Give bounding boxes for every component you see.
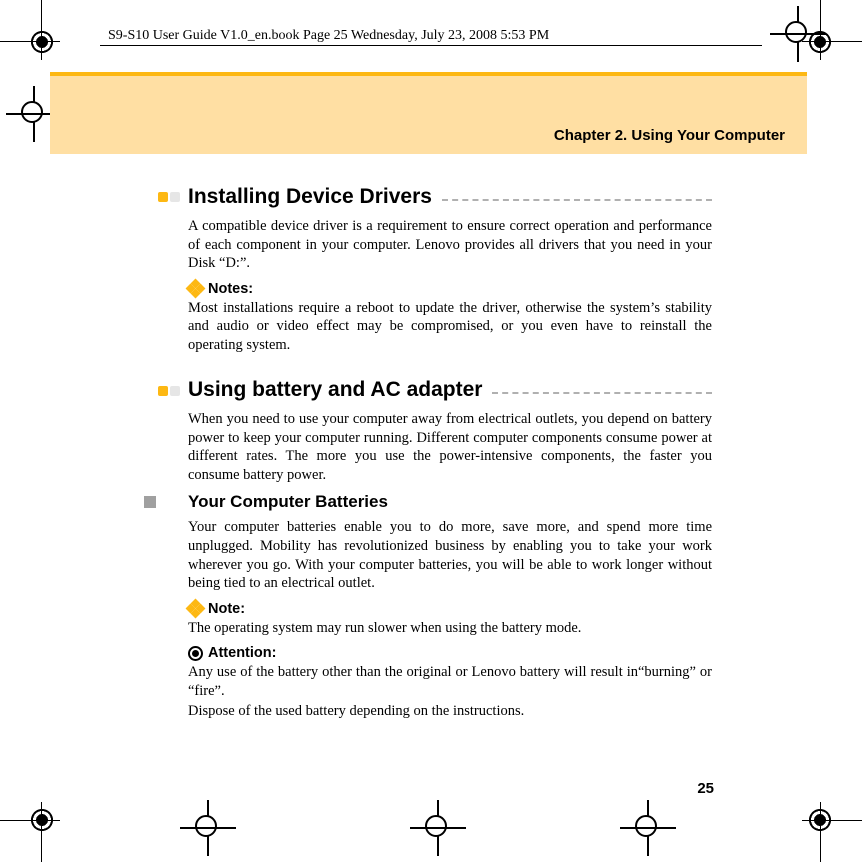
page-number: 25 [697, 780, 714, 797]
clover-icon [188, 281, 203, 296]
section-head-battery: Using battery and AC adapter [158, 378, 712, 402]
chapter-title: Chapter 2. Using Your Computer [554, 127, 785, 144]
dash-rule [492, 392, 712, 394]
header-rule [100, 45, 762, 46]
section-head-drivers: Installing Device Drivers [158, 185, 712, 209]
drivers-notes-body: Most installations require a reboot to u… [188, 299, 712, 355]
subhead-row-batteries: Your Computer Batteries [144, 492, 712, 512]
crosshair-bottom-left [410, 800, 466, 856]
cropline-l-top [41, 0, 42, 60]
cropline-l-bot [41, 802, 42, 862]
crop-mark-tl [14, 14, 70, 70]
note-head-batteries: Note: [188, 601, 712, 617]
subhead-batteries: Your Computer Batteries [188, 492, 388, 512]
chapter-banner: Chapter 2. Using Your Computer [50, 72, 807, 154]
section-bullet-icon [158, 189, 180, 205]
note-label: Note: [208, 601, 245, 617]
cropline-bot-r [802, 820, 862, 821]
cropline-top-r [802, 41, 862, 42]
attention-icon [188, 646, 203, 661]
cropline-bot-l [0, 820, 60, 821]
attention-body-1: Any use of the battery other than the or… [188, 663, 712, 700]
crosshair-bottom-right [620, 800, 676, 856]
drivers-body: A compatible device driver is a requirem… [188, 217, 712, 273]
batteries-note-body: The operating system may run slower when… [188, 619, 712, 638]
notes-label: Notes: [208, 281, 253, 297]
batteries-body: Your computer batteries enable you to do… [188, 518, 712, 592]
attention-body-2: Dispose of the used battery depending on… [188, 702, 712, 721]
square-bullet-icon [144, 496, 156, 508]
page-content: Installing Device Drivers A compatible d… [188, 185, 712, 729]
notes-head-drivers: Notes: [188, 281, 712, 297]
dash-rule [442, 199, 712, 201]
battery-body: When you need to use your computer away … [188, 410, 712, 484]
clover-icon [188, 601, 203, 616]
running-header: S9-S10 User Guide V1.0_en.book Page 25 W… [108, 28, 549, 44]
crosshair-top [770, 6, 826, 62]
section-bullet-icon [158, 382, 180, 398]
attention-head: Attention: [188, 645, 712, 661]
attention-label: Attention: [208, 645, 276, 661]
cropline-top [0, 41, 60, 42]
cropline-r-bot [820, 802, 821, 862]
cropline-r-top [820, 0, 821, 60]
section-title-battery: Using battery and AC adapter [188, 378, 482, 402]
crosshair-bottom-left2 [180, 800, 236, 856]
section-title-drivers: Installing Device Drivers [188, 185, 432, 209]
